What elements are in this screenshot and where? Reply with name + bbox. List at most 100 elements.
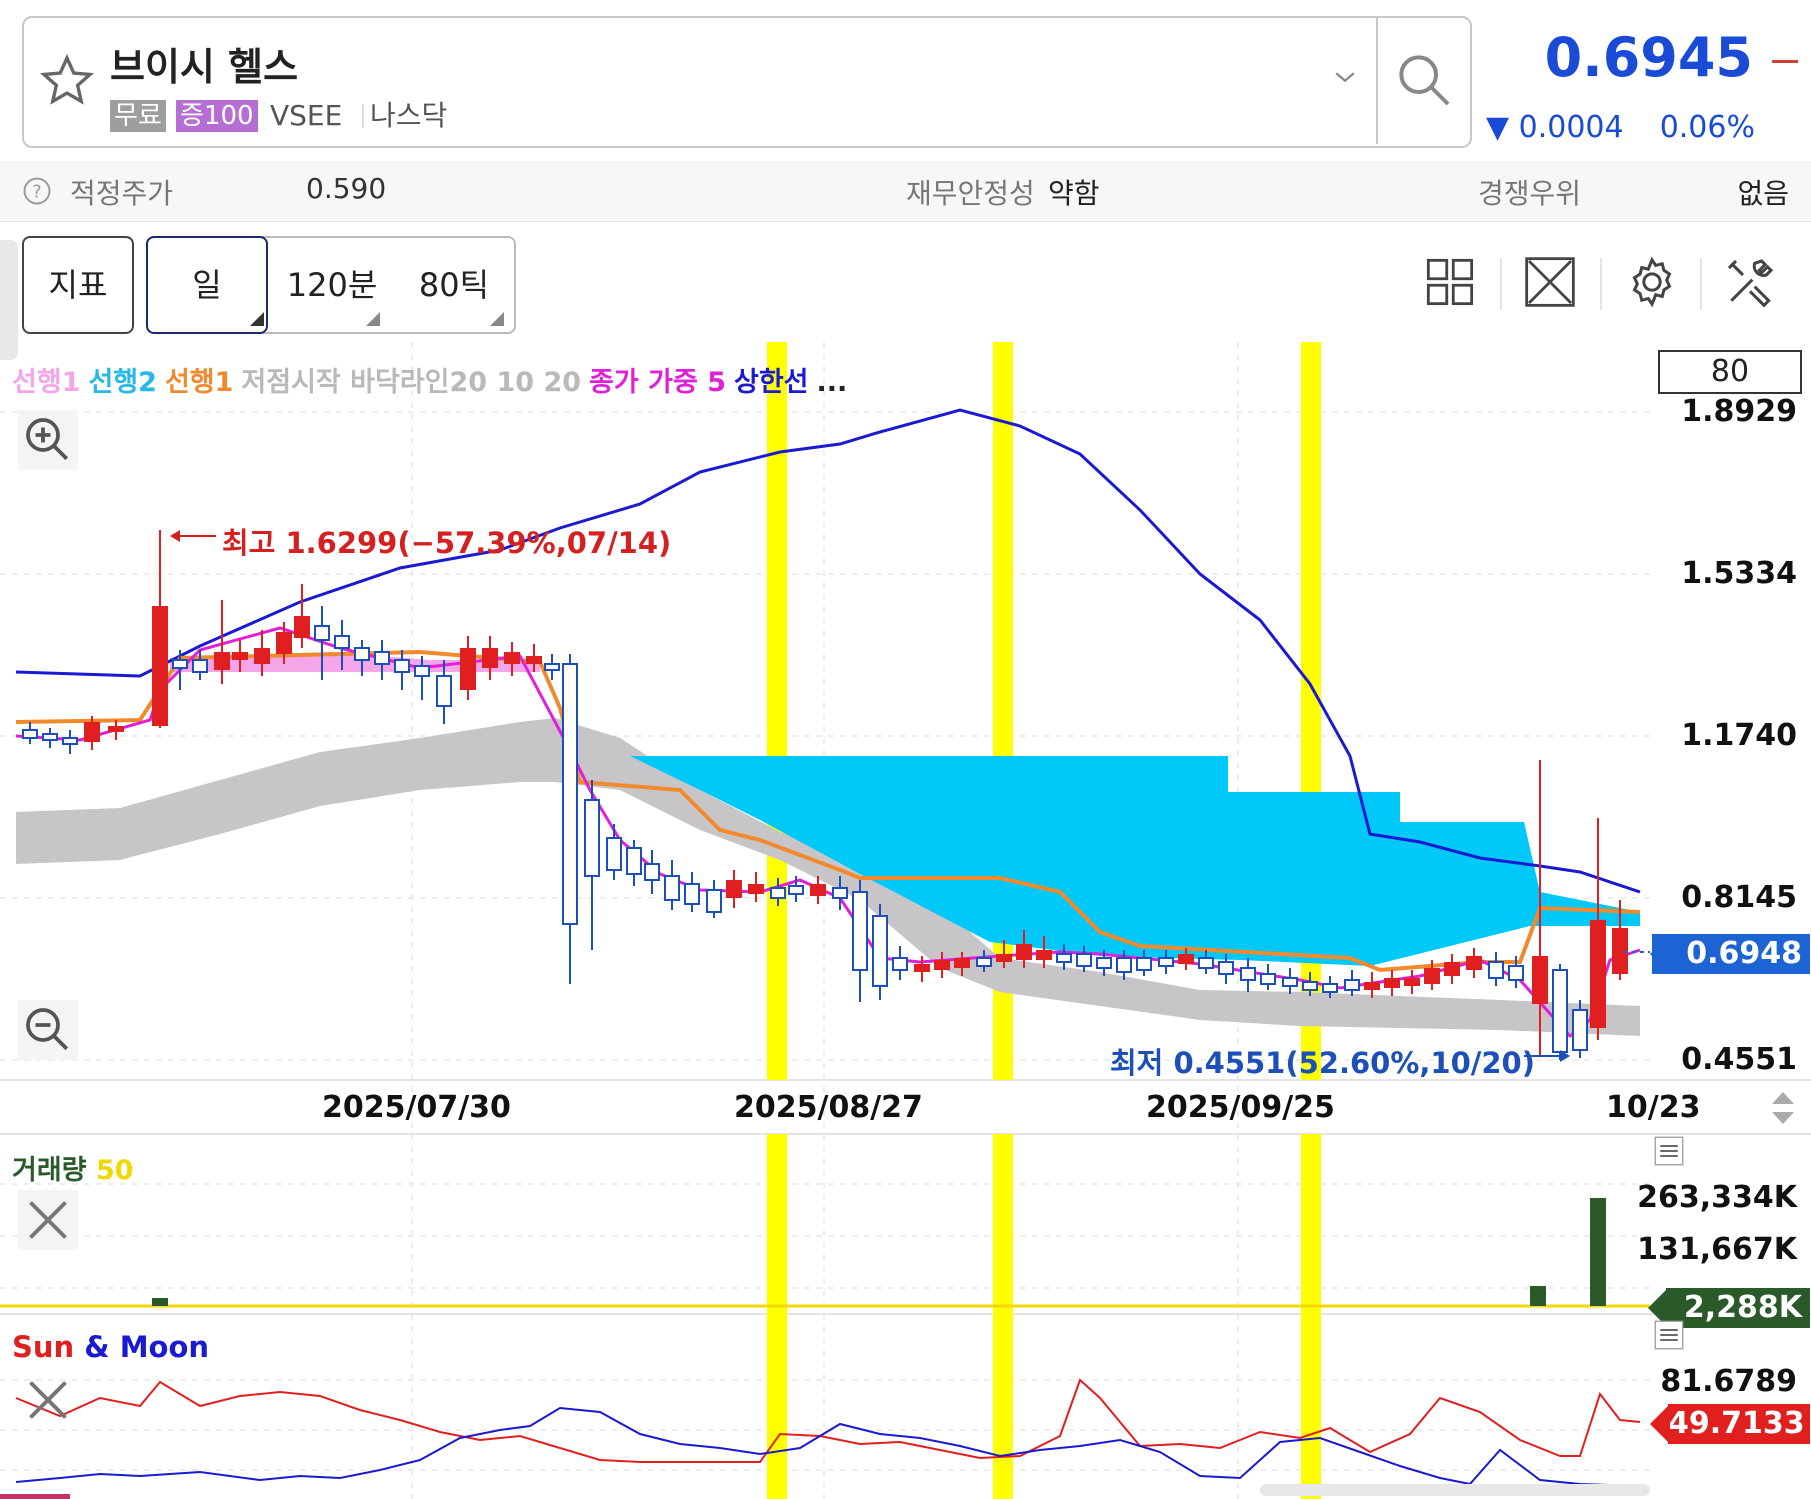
candle-body [254, 648, 270, 664]
stock-name[interactable]: 브이시 헬스 [110, 36, 298, 91]
tools-icon[interactable] [1722, 254, 1778, 310]
candle-body [276, 632, 292, 654]
candle-body [1218, 961, 1234, 975]
candle-body [706, 889, 722, 913]
current-price: 0.6945 [1544, 26, 1753, 89]
candle-body [42, 733, 58, 741]
candle-body [544, 663, 560, 671]
candle-body [84, 722, 100, 742]
candle-body [1116, 957, 1132, 973]
close-icon[interactable] [18, 1370, 78, 1430]
price-chart[interactable] [0, 342, 1811, 1499]
candle-body [192, 659, 208, 673]
sun-moon-title: Sun & Moon [12, 1330, 210, 1364]
search-icon[interactable] [1392, 48, 1456, 112]
chevron-down-icon[interactable] [1330, 62, 1360, 92]
legend-more[interactable]: ... [817, 367, 848, 398]
candle-body [526, 656, 542, 664]
candle-body [354, 647, 370, 661]
candle-body [1444, 962, 1460, 976]
zoom-in-icon[interactable] [18, 410, 78, 470]
indicator-legend[interactable]: 선행1 선행2 선행1 저점시작 바닥라인20 10 20 종가 가중 5 상한선... [12, 360, 855, 399]
gear-icon[interactable] [1624, 254, 1680, 310]
fair-price-value: 0.590 [306, 172, 387, 205]
help-icon[interactable]: ? [22, 176, 52, 206]
candle-body [954, 958, 970, 968]
candle-body [1344, 979, 1360, 991]
volume-current-tag: 2,288K [1666, 1288, 1810, 1328]
legend-item-weighted-close: 종가 가중 5 [589, 367, 726, 398]
menu-icon[interactable] [1654, 1136, 1684, 1166]
candle-body [606, 837, 622, 871]
candle-body [414, 665, 430, 677]
candle-body [374, 651, 390, 665]
scroll-indicator [0, 1494, 70, 1499]
sunmoon-tag-pointer [1650, 1404, 1670, 1444]
candle-body [562, 663, 578, 925]
zoom-out-icon[interactable] [18, 1000, 78, 1060]
x-axis-label: 2025/09/25 [1146, 1090, 1335, 1125]
candle-body [770, 887, 786, 899]
candle-body [914, 964, 930, 972]
candle-body [504, 652, 520, 664]
legend-item-bottom-line: 저점시작 바닥라인20 10 20 [241, 367, 582, 398]
candle-body [1572, 1009, 1588, 1051]
candle-body [1488, 961, 1504, 979]
sunmoon-current-tag: 49.7133 [1668, 1404, 1810, 1444]
candle-body [748, 884, 764, 894]
candle-body [684, 883, 700, 905]
candle-body [1552, 969, 1568, 1053]
fair-price-label: 적정주가 [70, 177, 174, 210]
candle-body [172, 659, 188, 669]
highlight-band [767, 1134, 787, 1499]
candle-body [726, 880, 742, 898]
star-icon[interactable] [38, 52, 96, 110]
candle-body [1302, 981, 1318, 991]
candle-body [214, 652, 230, 670]
candle-body [232, 652, 248, 660]
candle-body [810, 884, 826, 896]
indicator-button[interactable]: 지표 [22, 236, 134, 334]
candle-body [1590, 920, 1606, 1028]
price-change-percent: 0.06% [1659, 110, 1755, 145]
volume-y-label: 263,334K [1637, 1180, 1797, 1215]
expand-icon[interactable] [1522, 254, 1578, 310]
divider [362, 104, 364, 128]
candle-body [1424, 968, 1440, 984]
corner-indicator [490, 312, 504, 326]
candle-body [1240, 967, 1256, 981]
candle-body [1036, 950, 1052, 960]
candle-body [1322, 983, 1338, 993]
candle-body [334, 635, 350, 649]
divider [1376, 16, 1378, 144]
competitive-label: 경쟁우위 [1478, 177, 1582, 210]
candle-body [872, 915, 888, 987]
candle-body [1178, 954, 1194, 964]
period-80tick-button[interactable]: 80틱 [404, 238, 504, 332]
menu-icon[interactable] [1654, 1320, 1684, 1350]
candle-body [934, 960, 950, 970]
legend-item-upper-band: 상한선 [734, 367, 809, 398]
scroll-updown-icon[interactable] [1768, 1088, 1798, 1128]
candle-body [832, 887, 848, 899]
svg-text:?: ? [32, 182, 41, 202]
ichimoku-period-box[interactable]: 80 [1658, 350, 1802, 394]
y-axis-label: 1.8929 [1681, 394, 1797, 429]
margin-badge: 증100 [176, 100, 258, 132]
current-price-tag: 0.6948 [1652, 934, 1810, 974]
candle-body [460, 648, 476, 690]
candle-body [314, 625, 330, 641]
candle-body [996, 954, 1012, 962]
grid-layout-icon[interactable] [1424, 256, 1476, 308]
close-icon[interactable] [18, 1190, 78, 1250]
candle-body [852, 891, 868, 971]
competitive-value: 없음 [1737, 177, 1789, 210]
candle-body [1508, 965, 1524, 981]
y-axis-label: 1.1740 [1681, 718, 1797, 753]
candle-body [1282, 977, 1298, 987]
low-annotation: 최저 0.4551(52.60%,10/20) [1110, 1046, 1535, 1080]
candle-body [1158, 957, 1174, 967]
corner-indicator [250, 312, 264, 326]
volume-y-label: 131,667K [1637, 1232, 1797, 1267]
candle-body [1096, 957, 1112, 969]
